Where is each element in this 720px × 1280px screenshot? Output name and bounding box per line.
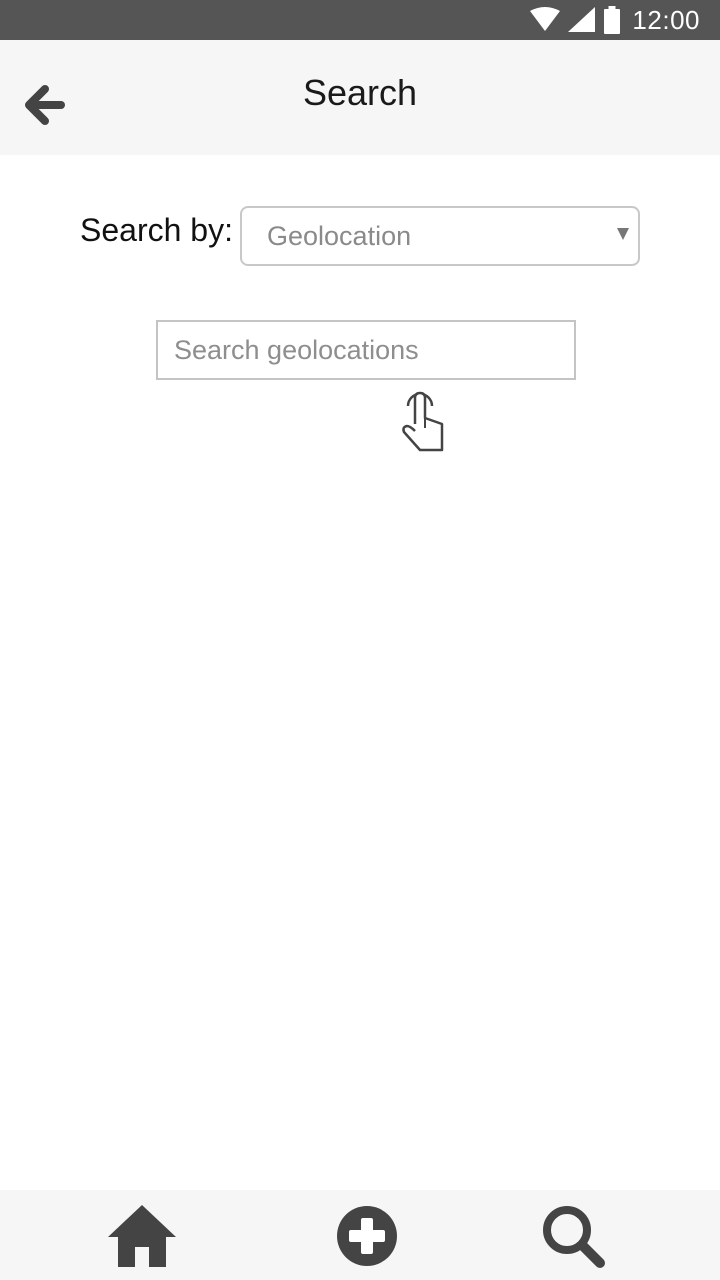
bottom-nav xyxy=(0,1190,720,1280)
wifi-icon xyxy=(530,7,561,31)
nav-home-button[interactable] xyxy=(104,1198,180,1274)
home-icon xyxy=(108,1205,176,1267)
search-input[interactable] xyxy=(156,320,576,380)
search-icon xyxy=(543,1206,605,1268)
status-time: 12:00 xyxy=(632,4,700,35)
search-by-select[interactable]: Geolocation xyxy=(240,206,640,266)
status-icons: 12:00 xyxy=(530,0,700,40)
app-bar: Search xyxy=(0,40,720,155)
search-by-label: Search by: xyxy=(80,212,233,248)
nav-add-button[interactable] xyxy=(329,1198,405,1274)
add-circle-icon xyxy=(337,1206,397,1266)
page-title: Search xyxy=(302,72,418,113)
signal-icon xyxy=(568,7,596,32)
battery-icon xyxy=(604,6,621,34)
status-bar: 12:00 xyxy=(0,0,720,40)
nav-search-button[interactable] xyxy=(535,1198,611,1274)
dropdown-arrow-icon xyxy=(617,228,629,240)
screen: 12:00 Search Search by: Geolocation xyxy=(0,0,720,1280)
hand-pointer-icon xyxy=(402,391,444,452)
search-by-selected-value: Geolocation xyxy=(267,221,412,251)
